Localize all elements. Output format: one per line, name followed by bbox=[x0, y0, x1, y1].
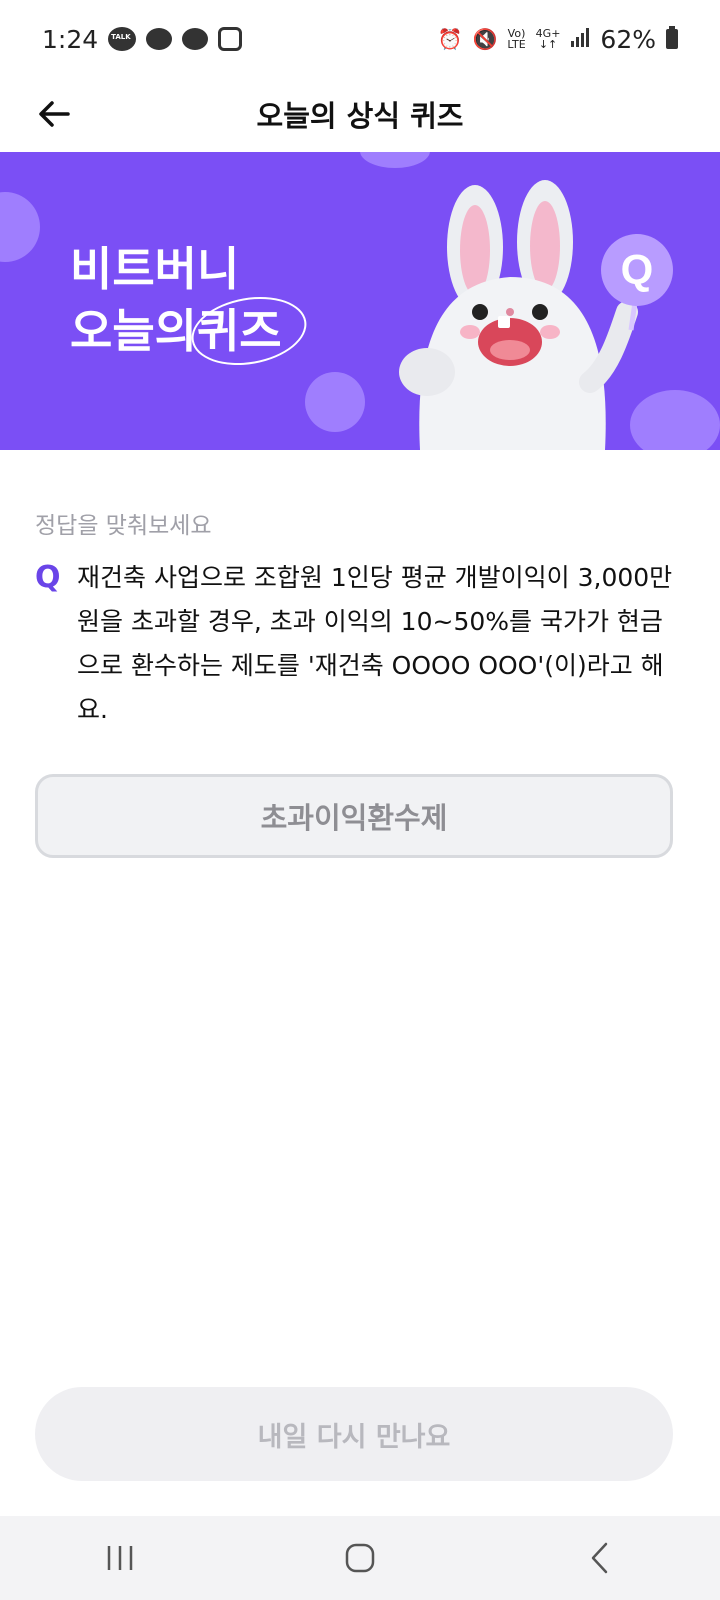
battery-percent: 62% bbox=[600, 24, 656, 54]
lte-label: LTE bbox=[507, 38, 526, 51]
chat-notification-icon bbox=[146, 28, 173, 50]
alarm-icon: ⏰ bbox=[437, 27, 463, 51]
banner-title-line1: 비트버니 bbox=[70, 242, 240, 296]
home-icon bbox=[345, 1543, 375, 1573]
app-bar: 오늘의 상식 퀴즈 bbox=[0, 78, 720, 150]
home-button[interactable] bbox=[320, 1528, 400, 1588]
signal-icon bbox=[570, 27, 590, 52]
back-nav-button[interactable] bbox=[560, 1528, 640, 1588]
answer-box: 초과이익환수제 bbox=[35, 774, 673, 858]
page-title: 오늘의 상식 퀴즈 bbox=[256, 99, 464, 133]
home-notification-icon bbox=[218, 27, 243, 51]
decorative-coin bbox=[305, 372, 365, 432]
status-bar: 1:24 ⏰ 🔇 Vo)LTE 4G+↓↑ 62% bbox=[0, 0, 720, 78]
svg-text:Q: Q bbox=[621, 246, 654, 293]
mute-icon: 🔇 bbox=[472, 27, 498, 51]
volte-icon: Vo) LTE bbox=[507, 27, 526, 51]
status-right: ⏰ 🔇 Vo) LTE 4G+ ↓↑ 62% bbox=[438, 25, 678, 54]
network-type-icon: 4G+ ↓↑ bbox=[535, 27, 561, 51]
recent-apps-icon bbox=[107, 1546, 133, 1570]
system-nav-bar bbox=[0, 1516, 720, 1600]
banner-title-line2: 오늘의퀴즈 bbox=[70, 300, 282, 362]
quiz-banner: 비트버니 오늘의퀴즈 Q bbox=[0, 152, 720, 450]
banner-title-line2-prefix: 오늘의 bbox=[70, 304, 197, 358]
bunny-mascot-illustration: Q bbox=[399, 180, 673, 450]
status-time: 1:24 bbox=[42, 24, 99, 54]
question-mark-label: Q bbox=[35, 560, 61, 595]
chevron-left-icon bbox=[591, 1542, 608, 1574]
recent-apps-button[interactable] bbox=[80, 1528, 160, 1588]
back-arrow-icon bbox=[39, 101, 70, 127]
decorative-coin bbox=[0, 192, 40, 262]
status-left: 1:24 bbox=[42, 24, 243, 54]
question-block: Q 재건축 사업으로 조합원 1인당 평균 개발이익이 3,000만 원을 초과… bbox=[35, 556, 685, 732]
kakaotalk-notification-icon bbox=[108, 27, 137, 51]
banner-title-highlight: 퀴즈 bbox=[197, 300, 282, 362]
question-text: 재건축 사업으로 조합원 1인당 평균 개발이익이 3,000만 원을 초과할 … bbox=[77, 563, 673, 724]
banner-title: 비트버니 오늘의퀴즈 bbox=[70, 238, 282, 362]
chat-notification-icon-2 bbox=[182, 28, 209, 50]
battery-icon bbox=[666, 26, 678, 49]
quiz-prompt: 정답을 맞춰보세요 bbox=[35, 513, 212, 539]
see-you-tomorrow-button[interactable]: 내일 다시 만나요 bbox=[35, 1387, 673, 1481]
back-button[interactable] bbox=[30, 90, 78, 138]
network-type-label: 4G+ bbox=[535, 27, 561, 40]
